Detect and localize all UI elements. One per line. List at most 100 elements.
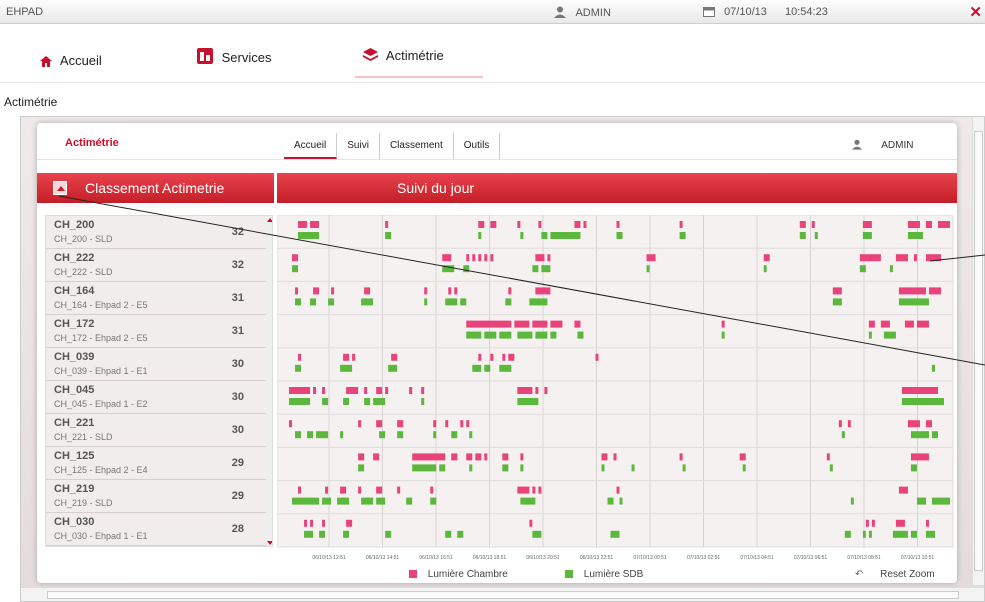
chambre-bar bbox=[595, 353, 599, 361]
room-desc: CH_219 - SLD bbox=[54, 498, 113, 508]
room-name: CH_200 bbox=[54, 219, 95, 231]
room-desc: CH_222 - SLD bbox=[54, 267, 113, 277]
sdb-bar bbox=[376, 497, 386, 505]
room-row[interactable]: CH_125 CH_125 - Ehpad 2 - E4 29 bbox=[46, 447, 266, 480]
subtab-classement[interactable]: Classement bbox=[380, 133, 454, 159]
sdb-bar bbox=[340, 431, 344, 439]
chambre-bar bbox=[445, 420, 449, 428]
room-row[interactable]: CH_039 CH_039 - Ehpad 1 - E1 30 bbox=[46, 348, 266, 381]
sdb-bar bbox=[520, 497, 536, 505]
chambre-bar bbox=[466, 420, 470, 428]
chambre-bar bbox=[547, 254, 551, 262]
chambre-bar bbox=[466, 254, 470, 262]
sdb-bar bbox=[550, 331, 557, 339]
chambre-bar bbox=[424, 287, 428, 295]
room-count: 32 bbox=[231, 226, 244, 238]
reset-zoom-button[interactable]: ↶ Reset Zoom bbox=[855, 569, 935, 580]
chambre-bar bbox=[346, 387, 359, 394]
chambre-bar bbox=[895, 519, 905, 527]
chambre-bar bbox=[616, 221, 620, 228]
chambre-bar bbox=[298, 353, 302, 361]
sdb-bar bbox=[298, 232, 320, 239]
chambre-bar bbox=[331, 287, 335, 295]
sdb-bar bbox=[322, 398, 329, 405]
chambre-bar bbox=[832, 287, 842, 295]
legend-sdb: Lumière SDB bbox=[565, 569, 643, 580]
chambre-bar bbox=[385, 221, 389, 228]
close-icon[interactable]: ✕ bbox=[969, 3, 982, 21]
classement-title: Classement Actimetrie bbox=[85, 180, 225, 196]
chambre-bar bbox=[376, 486, 383, 494]
chambre-bar bbox=[898, 486, 908, 494]
room-row[interactable]: CH_030 CH_030 - Ehpad 1 - E1 28 bbox=[46, 513, 266, 546]
scroll-down-icon[interactable] bbox=[267, 541, 272, 545]
sdb-bar bbox=[322, 497, 332, 505]
tab-actimetrie[interactable]: Actimétrie bbox=[355, 48, 483, 78]
chambre-bar bbox=[859, 254, 881, 262]
sdb-bar bbox=[550, 232, 581, 239]
list-scrollbar[interactable] bbox=[266, 216, 272, 546]
sdb-bar bbox=[535, 331, 548, 339]
subtab-suivi[interactable]: Suivi bbox=[337, 133, 380, 159]
room-row[interactable]: CH_221 CH_221 - SLD 30 bbox=[46, 414, 266, 447]
sdb-bar bbox=[679, 232, 686, 239]
sdb-bar bbox=[931, 364, 935, 372]
chambre-bar bbox=[289, 420, 293, 428]
sdb-bar bbox=[478, 232, 482, 239]
sdb-bar bbox=[424, 298, 428, 306]
sdb-bar bbox=[289, 398, 311, 405]
sdb-bar bbox=[445, 530, 452, 538]
sdb-bar bbox=[385, 232, 392, 239]
x-tick-label: 07/10/13 08:51 bbox=[847, 555, 881, 561]
chambre-bar bbox=[421, 387, 425, 394]
room-count: 31 bbox=[231, 325, 244, 337]
sdb-bar bbox=[619, 497, 623, 505]
sdb-bar bbox=[742, 464, 746, 472]
sdb-bar bbox=[484, 364, 491, 372]
legend-chambre-swatch bbox=[409, 570, 417, 578]
room-row[interactable]: CH_045 CH_045 - Ehpad 1 - E2 30 bbox=[46, 381, 266, 414]
sdb-bar bbox=[631, 464, 635, 472]
sdb-bar bbox=[364, 398, 371, 405]
vertical-scrollbar[interactable] bbox=[972, 117, 984, 585]
activity-chart: 06/10/13 12:51 06/10/13 14:51 06/10/13 16:… bbox=[276, 214, 957, 565]
reset-zoom-label: Reset Zoom bbox=[880, 569, 935, 580]
room-row[interactable]: CH_164 CH_164 - Ehpad 2 - E5 31 bbox=[46, 282, 266, 315]
chambre-bar bbox=[397, 420, 404, 428]
chambre-bar bbox=[484, 453, 488, 461]
legend-chambre-label: Lumière Chambre bbox=[427, 569, 508, 580]
chambre-bar bbox=[898, 287, 926, 295]
actimetrie-panel: Actimétrie Accueil Suivi Classement Outi… bbox=[37, 123, 957, 583]
tab-accueil[interactable]: Accueil bbox=[40, 53, 102, 83]
chambre-bar bbox=[925, 420, 932, 428]
sdb-bar bbox=[361, 298, 374, 306]
chambre-bar bbox=[442, 254, 452, 262]
room-row[interactable]: CH_219 CH_219 - SLD 29 bbox=[46, 480, 266, 513]
chambre-bar bbox=[298, 486, 302, 494]
horizontal-scrollbar[interactable] bbox=[21, 587, 984, 601]
sdb-bar bbox=[337, 497, 350, 505]
room-row[interactable]: CH_222 CH_222 - SLD 32 bbox=[46, 249, 266, 282]
collapse-button[interactable] bbox=[53, 181, 67, 195]
chambre-bar bbox=[865, 519, 869, 527]
room-desc: CH_030 - Ehpad 1 - E1 bbox=[54, 531, 148, 541]
sdb-bar bbox=[532, 265, 539, 273]
chambre-bar bbox=[538, 486, 542, 494]
chambre-bar bbox=[838, 420, 842, 428]
chambre-bar bbox=[535, 254, 545, 262]
tab-services[interactable]: Services bbox=[197, 48, 271, 78]
sdb-bar bbox=[343, 530, 350, 538]
chambre-bar bbox=[574, 221, 581, 228]
chambre-bar bbox=[490, 353, 494, 361]
vertical-scroll-thumb[interactable] bbox=[974, 131, 983, 571]
room-row[interactable]: CH_200 CH_200 - SLD 32 bbox=[46, 216, 266, 249]
chambre-bar bbox=[358, 420, 362, 428]
room-row[interactable]: CH_172 CH_172 - Ehpad 2 - E5 31 bbox=[46, 315, 266, 348]
subtab-accueil[interactable]: Accueil bbox=[284, 133, 338, 159]
scroll-up-icon[interactable] bbox=[267, 218, 272, 222]
sdb-bar bbox=[799, 232, 806, 239]
subtab-outils[interactable]: Outils bbox=[454, 133, 501, 159]
horizontal-scroll-thumb[interactable] bbox=[47, 591, 959, 599]
sdb-bar bbox=[607, 497, 614, 505]
panel-user-name: ADMIN bbox=[881, 140, 914, 151]
